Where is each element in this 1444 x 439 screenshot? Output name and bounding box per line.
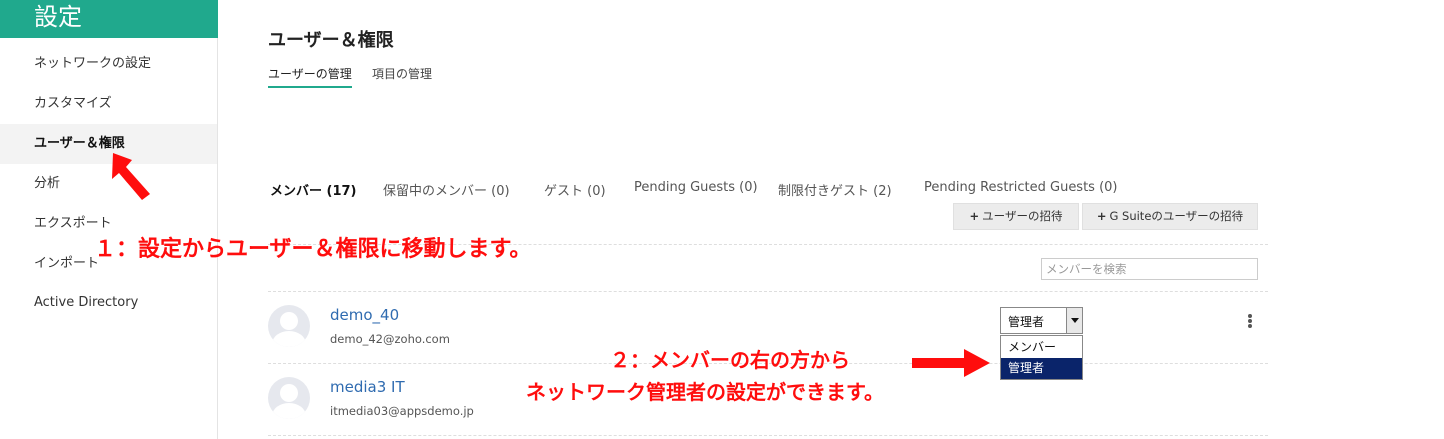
- annotation-overlay: [112, 153, 990, 377]
- annotation-arrow-icon: [112, 153, 150, 200]
- annotation-step2-line2: ネットワーク管理者の設定ができます。: [526, 380, 884, 404]
- annotation-step1: １：設定からユーザー＆権限に移動します。: [94, 237, 532, 262]
- annotation-step2-line1: ２：メンバーの右の方から: [610, 348, 850, 372]
- annotation-arrow-icon: [912, 349, 990, 377]
